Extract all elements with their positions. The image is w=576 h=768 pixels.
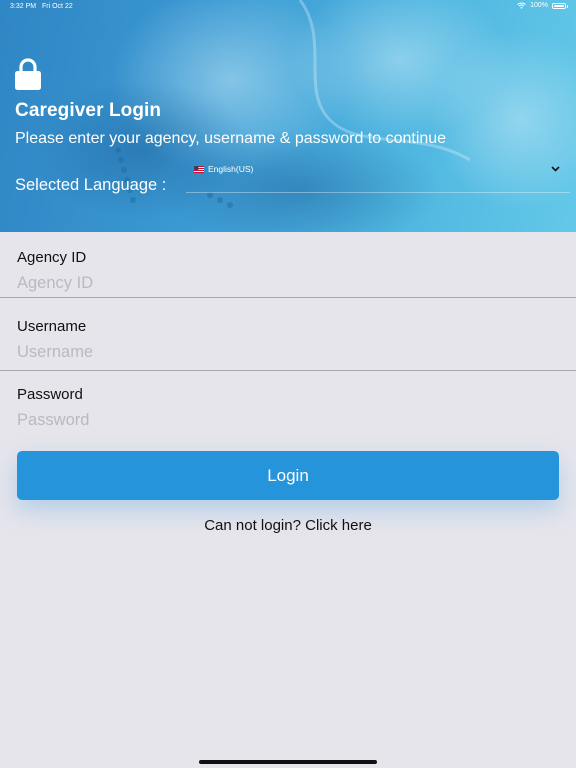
- home-indicator: [199, 760, 377, 764]
- status-time: 3:32 PM: [10, 3, 37, 10]
- agency-id-input[interactable]: [17, 272, 557, 294]
- agency-id-label: Agency ID: [17, 249, 87, 266]
- language-value: English(US): [208, 164, 254, 174]
- status-bar: 3:32 PM Fri Oct 22 100%: [0, 0, 576, 14]
- header-hero: 3:32 PM Fri Oct 22 100% Caregiver Login …: [0, 0, 576, 232]
- username-label: Username: [17, 318, 87, 335]
- password-input[interactable]: [17, 409, 557, 431]
- chevron-down-icon: [551, 166, 560, 172]
- password-label: Password: [17, 386, 83, 403]
- status-date: Fri Oct 22: [42, 3, 73, 10]
- battery-percent: 100%: [530, 2, 548, 9]
- status-indicators: 100%: [517, 2, 568, 9]
- us-flag-icon: [194, 166, 204, 173]
- battery-icon: [552, 2, 568, 9]
- agency-id-field: Agency ID: [0, 232, 576, 298]
- wifi-icon: [517, 2, 526, 9]
- login-screen: 3:32 PM Fri Oct 22 100% Caregiver Login …: [0, 0, 576, 768]
- page-title: Caregiver Login: [15, 100, 162, 121]
- page-subtitle: Please enter your agency, username & pas…: [15, 130, 447, 147]
- username-field: Username: [0, 305, 576, 371]
- language-label: Selected Language :: [15, 176, 167, 194]
- lock-icon: [15, 58, 41, 90]
- language-select[interactable]: English(US): [186, 160, 570, 193]
- login-button[interactable]: Login: [17, 451, 559, 500]
- cannot-login-link[interactable]: Can not login? Click here: [0, 517, 576, 534]
- username-input[interactable]: [17, 341, 557, 363]
- battery-level: [554, 4, 564, 7]
- password-field: Password: [0, 373, 576, 439]
